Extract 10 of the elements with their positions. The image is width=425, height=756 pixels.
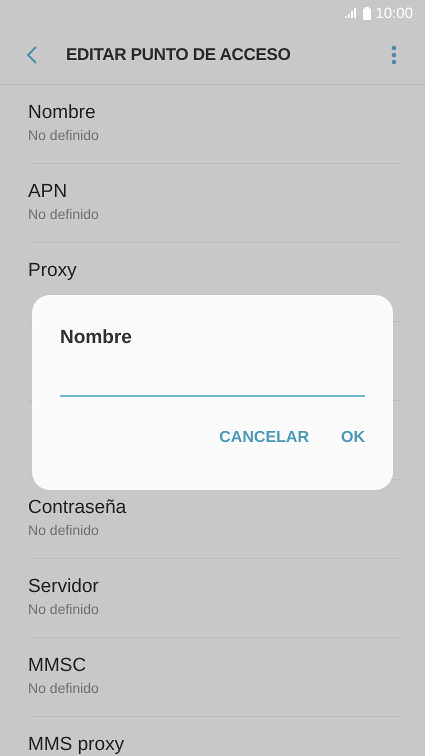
setting-item[interactable]: MMSC No definido [28, 638, 403, 717]
dialog-title: Nombre [60, 327, 132, 349]
more-options-icon[interactable] [391, 45, 397, 65]
back-icon[interactable] [26, 45, 38, 65]
setting-item[interactable]: Nombre No definido [28, 85, 403, 164]
setting-item[interactable]: Servidor No definido [28, 559, 403, 638]
setting-item[interactable]: APN No definido [28, 164, 403, 243]
screen-title: EDITAR PUNTO DE ACCESO [66, 45, 292, 65]
setting-item[interactable]: MMS proxy [28, 717, 403, 756]
battery-icon [363, 6, 372, 20]
